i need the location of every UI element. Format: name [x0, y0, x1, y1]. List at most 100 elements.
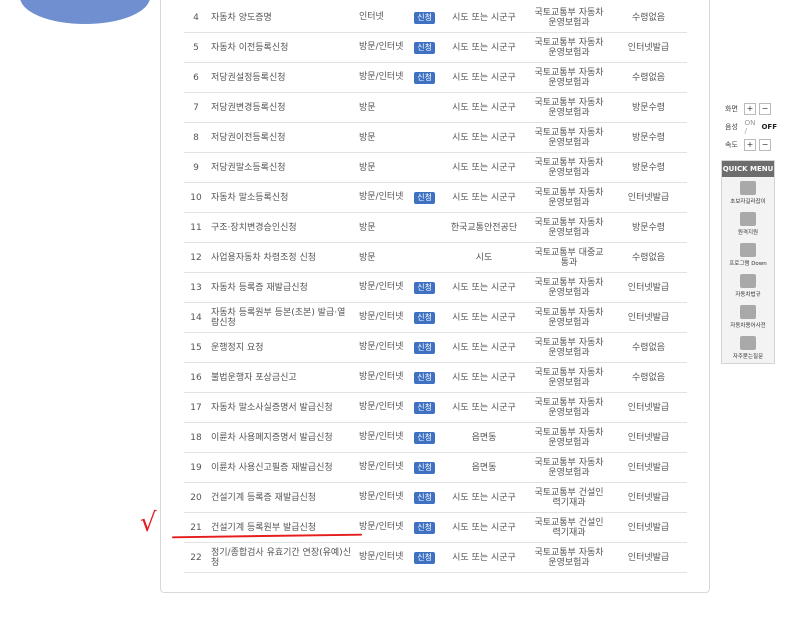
method-text: 방문/인터넷: [359, 491, 404, 502]
processing-office: 시도 또는 시군구: [440, 362, 528, 393]
processing-office: 읍면동: [440, 422, 528, 453]
processing-office: 시도 또는 시군구: [440, 392, 528, 423]
service-name[interactable]: 사업용자동차 차령조정 신청: [208, 242, 356, 273]
table-row: 16 불법운행자 포상금신고 방문/인터넷 신청 시도 또는 시군구 국토교통부 자동차운…: [184, 362, 687, 393]
method-text: 방문: [359, 102, 376, 113]
side-widget: 화면 + − 음성 ON / OFF 속도 + − QUICK MENU 초보자…: [721, 100, 777, 364]
receive-method: 수령없음: [610, 332, 687, 363]
apply-button[interactable]: 신청: [414, 41, 435, 54]
service-method: 방문/인터넷 신청: [356, 182, 440, 213]
quick-menu-item[interactable]: 자동차법규: [722, 270, 774, 301]
service-name[interactable]: 이륜차 사용폐지증명서 발급신청: [208, 422, 356, 453]
zoom-out-button[interactable]: −: [759, 103, 771, 115]
method-text: 방문/인터넷: [359, 431, 404, 442]
service-name[interactable]: 자동차 이전등록신청: [208, 32, 356, 63]
service-name[interactable]: 자동차 말소사실증명서 발급신청: [208, 392, 356, 423]
service-name[interactable]: 자동차 등록증 재발급신청: [208, 272, 356, 303]
processing-office: 시도 또는 시군구: [440, 122, 528, 153]
monitor-icon: [740, 243, 756, 257]
service-name[interactable]: 건설기계 등록증 재발급신청: [208, 482, 356, 513]
service-name[interactable]: 정기/종합검사 유효기간 연장(유예)신청: [208, 542, 356, 573]
table-row: 7 저당권변경등록신청 방문 시도 또는 시군구 국토교통부 자동차운영보험과 방문수령: [184, 92, 687, 123]
apply-button[interactable]: 신청: [414, 71, 435, 84]
method-text: 방문/인터넷: [359, 191, 404, 202]
apply-button[interactable]: 신청: [414, 461, 435, 474]
receive-method: 인터넷발급: [610, 482, 687, 513]
responsible-department: 국토교통부 자동차운영보험과: [528, 182, 610, 213]
row-number: 9: [184, 152, 208, 183]
table-row: 12 사업용자동차 차령조정 신청 방문 시도 국토교통부 대중교통과 수령없음: [184, 242, 687, 273]
method-text: 방문/인터넷: [359, 461, 404, 472]
apply-button[interactable]: 신청: [414, 11, 435, 24]
table-row: 8 저당권이전등록신청 방문 시도 또는 시군구 국토교통부 자동차운영보험과 방문수령: [184, 122, 687, 153]
responsible-department: 국토교통부 자동차운영보험과: [528, 542, 610, 573]
table-row: 4 자동차 양도증명 인터넷 신청 시도 또는 시군구 국토교통부 자동차운영보험과 수령없…: [184, 3, 687, 33]
row-number: 17: [184, 392, 208, 423]
processing-office: 한국교통안전공단: [440, 212, 528, 243]
apply-button[interactable]: 신청: [414, 551, 435, 564]
method-text: 방문: [359, 162, 376, 173]
table-row: 6 저당권설정등록신청 방문/인터넷 신청 시도 또는 시군구 국토교통부 자동차운영보험…: [184, 62, 687, 93]
receive-method: 인터넷발급: [610, 512, 687, 543]
speed-down-button[interactable]: −: [759, 139, 771, 151]
service-name[interactable]: 이륜차 사용신고필증 재발급신청: [208, 452, 356, 483]
sound-off-toggle[interactable]: OFF: [761, 123, 777, 131]
apply-button[interactable]: 신청: [414, 521, 435, 534]
responsible-department: 국토교통부 건설인력기재과: [528, 482, 610, 513]
method-text: 방문/인터넷: [359, 401, 404, 412]
speed-up-button[interactable]: +: [744, 139, 756, 151]
quick-menu-title: QUICK MENU: [722, 161, 774, 177]
table-row: 14 자동차 등록원부 등본(초본) 발급·열람신청 방문/인터넷 신청 시도 또는 시…: [184, 302, 687, 333]
processing-office: 시도 또는 시군구: [440, 272, 528, 303]
apply-button[interactable]: 신청: [414, 401, 435, 414]
receive-method: 수령없음: [610, 362, 687, 393]
service-name[interactable]: 건설기계 등록원부 발급신청: [208, 512, 356, 543]
service-name[interactable]: 자동차 말소등록신청: [208, 182, 356, 213]
service-name[interactable]: 자동차 등록원부 등본(초본) 발급·열람신청: [208, 302, 356, 333]
service-name[interactable]: 저당권말소등록신청: [208, 152, 356, 183]
apply-button[interactable]: 신청: [414, 491, 435, 504]
service-name[interactable]: 저당권이전등록신청: [208, 122, 356, 153]
sound-on-toggle[interactable]: ON /: [745, 119, 760, 135]
zoom-control: 화면 + −: [721, 100, 777, 118]
apply-button[interactable]: 신청: [414, 371, 435, 384]
apply-button[interactable]: 신청: [414, 341, 435, 354]
responsible-department: 국토교통부 자동차운영보험과: [528, 62, 610, 93]
method-text: 방문: [359, 222, 376, 233]
quick-menu-item[interactable]: 프로그램 Down: [722, 239, 774, 270]
quick-menu-item[interactable]: 자주묻는질문: [722, 332, 774, 363]
responsible-department: 국토교통부 자동차운영보험과: [528, 362, 610, 393]
processing-office: 시도: [440, 242, 528, 273]
service-method: 방문/인터넷 신청: [356, 452, 440, 483]
zoom-in-button[interactable]: +: [744, 103, 756, 115]
quick-menu-item[interactable]: 자동차용어사전: [722, 301, 774, 332]
service-name[interactable]: 자동차 양도증명: [208, 3, 356, 33]
quick-menu-item[interactable]: 초보자길라잡이: [722, 177, 774, 208]
service-method: 방문/인터넷 신청: [356, 32, 440, 63]
processing-office: 시도 또는 시군구: [440, 332, 528, 363]
apply-button[interactable]: 신청: [414, 431, 435, 444]
receive-method: 수령없음: [610, 242, 687, 273]
processing-office: 시도 또는 시군구: [440, 152, 528, 183]
service-name[interactable]: 불법운행자 포상금신고: [208, 362, 356, 393]
apply-button[interactable]: 신청: [414, 191, 435, 204]
service-name[interactable]: 저당권변경등록신청: [208, 92, 356, 123]
responsible-department: 국토교통부 대중교통과: [528, 242, 610, 273]
quick-menu-item[interactable]: 원격지원: [722, 208, 774, 239]
table-row: 10 자동차 말소등록신청 방문/인터넷 신청 시도 또는 시군구 국토교통부 자동차운영…: [184, 182, 687, 213]
method-text: 인터넷: [359, 11, 384, 22]
receive-method: 인터넷발급: [610, 302, 687, 333]
service-name[interactable]: 운행정지 요청: [208, 332, 356, 363]
receive-method: 방문수령: [610, 122, 687, 153]
service-name[interactable]: 저당권설정등록신청: [208, 62, 356, 93]
table-row: 13 자동차 등록증 재발급신청 방문/인터넷 신청 시도 또는 시군구 국토교통부 자동…: [184, 272, 687, 303]
apply-button[interactable]: 신청: [414, 311, 435, 324]
receive-method: 인터넷발급: [610, 272, 687, 303]
sound-label: 음성: [725, 123, 738, 131]
apply-button[interactable]: 신청: [414, 281, 435, 294]
service-method: 방문/인터넷 신청: [356, 362, 440, 393]
method-text: 방문/인터넷: [359, 41, 404, 52]
row-number: 12: [184, 242, 208, 273]
responsible-department: 국토교통부 자동차운영보험과: [528, 32, 610, 63]
service-name[interactable]: 구조·장치변경승인신청: [208, 212, 356, 243]
